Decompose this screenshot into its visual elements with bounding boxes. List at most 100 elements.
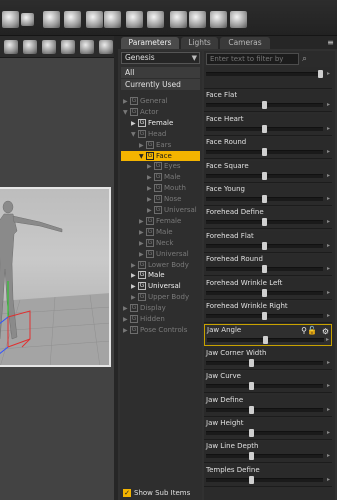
render-icon[interactable] <box>21 13 34 26</box>
slider-handle[interactable] <box>249 405 254 414</box>
frame-icon[interactable] <box>80 40 94 54</box>
slider-handle[interactable] <box>249 429 254 437</box>
slider-handle[interactable] <box>262 195 267 203</box>
property-row[interactable]: Face Heart ▸ <box>204 113 332 136</box>
slider-arrow-icon[interactable]: ▸ <box>327 429 330 437</box>
pan-icon[interactable] <box>23 40 37 54</box>
tree-item[interactable]: ▶ G Universal <box>139 249 189 259</box>
slider-handle[interactable] <box>262 124 267 133</box>
expand-right-icon[interactable]: ▶ <box>123 326 130 336</box>
tree-item[interactable]: ▼ G Head <box>131 129 166 139</box>
gear-icon[interactable]: ⚙ <box>322 327 329 336</box>
tab-parameters[interactable]: Parameters <box>121 37 179 49</box>
property-row[interactable]: Forehead Round ▸ <box>204 254 332 277</box>
tree-item[interactable]: ▶ G Male <box>139 227 173 237</box>
expand-right-icon[interactable]: ▶ <box>139 217 146 227</box>
property-row[interactable]: Forehead Wrinkle Right ▸ <box>204 301 332 323</box>
expand-right-icon[interactable]: ▶ <box>139 228 146 238</box>
expand-right-icon[interactable]: ▶ <box>123 97 130 107</box>
slider-handle[interactable] <box>262 241 267 250</box>
property-row[interactable]: Forehead Wrinkle Left ▸ <box>204 277 332 300</box>
expand-right-icon[interactable]: ▶ <box>147 162 154 172</box>
tree-item[interactable]: ▶ G Universal <box>131 281 181 291</box>
property-slider[interactable] <box>206 429 323 437</box>
slider-arrow-icon[interactable]: ▸ <box>327 242 330 250</box>
property-row[interactable]: Jaw Height ▸ <box>204 418 332 440</box>
slider-handle[interactable] <box>249 358 254 367</box>
expand-right-icon[interactable]: ▶ <box>123 304 130 314</box>
expand-right-icon[interactable]: ▶ <box>147 184 154 194</box>
property-row[interactable]: Temples Define ▸ <box>204 464 332 487</box>
slider-arrow-icon[interactable]: ▸ <box>327 125 330 133</box>
tree-item[interactable]: ▼ G Face <box>139 151 172 161</box>
property-slider[interactable] <box>206 265 323 274</box>
render-camera-icon[interactable] <box>210 11 227 28</box>
property-slider[interactable] <box>206 241 323 250</box>
category-currently-used[interactable]: Currently Used <box>121 79 200 90</box>
joint-icon[interactable] <box>104 11 121 28</box>
tree-item[interactable]: ▶ G Male <box>147 172 181 182</box>
property-row[interactable]: Face Square ▸ <box>204 160 332 183</box>
expand-right-icon[interactable]: ▶ <box>131 293 138 303</box>
scene-icon[interactable] <box>2 11 19 28</box>
slider-handle[interactable] <box>249 452 254 461</box>
property-slider[interactable] <box>206 70 323 78</box>
property-row[interactable]: Face Flat ▸ <box>204 90 332 113</box>
tree-item[interactable]: ▶ G Lower Body <box>131 260 189 270</box>
expand-right-icon[interactable]: ▶ <box>131 271 138 281</box>
morph-icon[interactable] <box>126 11 143 28</box>
tree-item[interactable]: ▶ G Universal <box>147 205 197 215</box>
property-slider[interactable] <box>207 336 324 345</box>
slider-handle[interactable] <box>249 382 254 391</box>
property-slider[interactable] <box>206 171 323 180</box>
slider-arrow-icon[interactable]: ▸ <box>327 476 330 484</box>
tree-item[interactable]: ▶ G Female <box>131 118 173 128</box>
perspective-icon[interactable] <box>99 40 113 54</box>
zoom-icon[interactable] <box>42 40 56 54</box>
expand-right-icon[interactable]: ▶ <box>147 195 154 205</box>
expand-down-icon[interactable]: ▼ <box>123 108 130 118</box>
tree-item[interactable]: ▶ G Ears <box>139 140 171 150</box>
slider-handle[interactable] <box>262 101 267 110</box>
aux-icon[interactable] <box>230 11 247 28</box>
slider-arrow-icon[interactable]: ▸ <box>326 336 329 344</box>
property-slider[interactable] <box>206 288 323 297</box>
search-icon[interactable]: ⌕ <box>302 54 307 64</box>
tree-item[interactable]: ▼ G Actor <box>123 107 158 117</box>
expand-down-icon[interactable]: ▼ <box>139 152 146 162</box>
property-row[interactable]: Forehead Define ▸ <box>204 207 332 230</box>
tree-item[interactable]: ▶ G Nose <box>147 194 181 204</box>
content-icon[interactable] <box>147 11 164 28</box>
property-slider[interactable] <box>206 101 323 110</box>
expand-right-icon[interactable]: ▶ <box>139 250 146 260</box>
property-row[interactable]: Jaw Define ▸ <box>204 394 332 417</box>
property-slider[interactable] <box>206 195 323 203</box>
property-slider[interactable] <box>206 148 323 157</box>
property-row[interactable]: Jaw Curve ▸ <box>204 371 332 394</box>
slider-arrow-icon[interactable]: ▸ <box>327 218 330 226</box>
render-frame[interactable] <box>0 187 111 367</box>
property-slider[interactable] <box>206 312 323 320</box>
property-row[interactable]: Forehead Flat ▸ <box>204 230 332 253</box>
category-all[interactable]: All <box>121 67 200 78</box>
settings-icon[interactable] <box>189 11 206 28</box>
tools-icon[interactable] <box>43 11 60 28</box>
filter-input[interactable]: Enter text to filter by <box>206 53 299 65</box>
tree-item[interactable]: ▶ G Neck <box>139 238 173 248</box>
figure-selector[interactable]: Genesis ▼ <box>121 52 200 64</box>
expand-right-icon[interactable]: ▶ <box>139 239 146 249</box>
tree-item[interactable]: ▶ G Display <box>123 303 166 313</box>
slider-handle[interactable] <box>262 218 267 227</box>
slider-handle[interactable] <box>262 288 267 297</box>
expand-right-icon[interactable]: ▶ <box>147 173 154 183</box>
tab-cameras[interactable]: Cameras <box>220 37 270 49</box>
slider-handle[interactable] <box>262 148 267 157</box>
expand-right-icon[interactable]: ▶ <box>139 141 146 151</box>
tree-item[interactable]: ▶ G Male <box>131 270 165 280</box>
slider-arrow-icon[interactable]: ▸ <box>327 406 330 414</box>
pane-menu-icon[interactable]: ≡ <box>326 38 335 47</box>
property-row[interactable]: Face Young ▸ <box>204 184 332 206</box>
slider-arrow-icon[interactable]: ▸ <box>327 195 330 203</box>
show-sub-items-checkbox[interactable]: ✓ Show Sub Items <box>123 488 190 498</box>
expand-right-icon[interactable]: ▶ <box>131 261 138 271</box>
